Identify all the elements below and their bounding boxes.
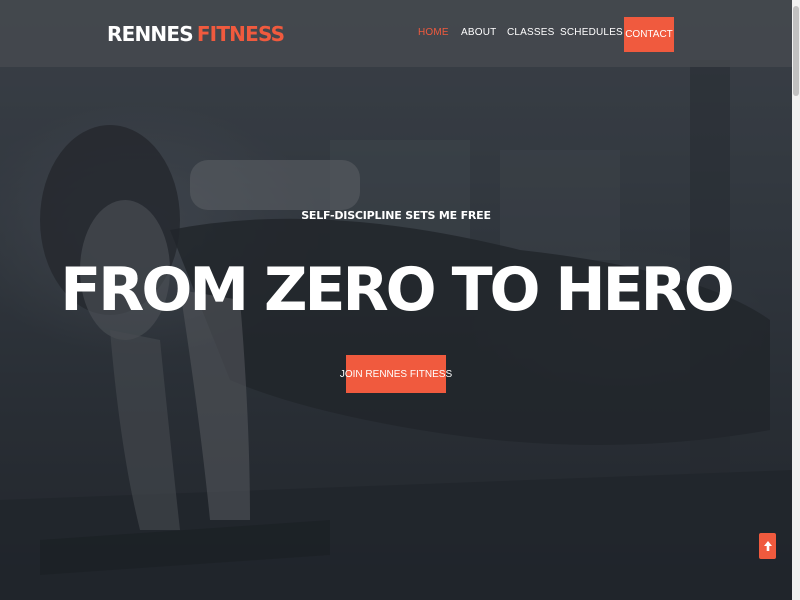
nav-item-home[interactable]: HOME <box>418 27 449 38</box>
nav-item-classes[interactable]: CLASSES <box>507 27 555 38</box>
join-button[interactable]: JOIN RENNES FITNESS <box>340 355 452 393</box>
back-to-top-button[interactable] <box>759 533 776 559</box>
arrow-up-icon <box>763 541 772 551</box>
site-header: RENNES FITNESS HOME ABOUT CLASSES SCHEDUL… <box>0 0 792 67</box>
logo-text-accent: FITNESS <box>196 22 285 46</box>
scrollbar-thumb[interactable] <box>793 6 799 96</box>
hero-eyebrow: SELF-DISCIPLINE SETS ME FREE <box>301 209 491 222</box>
logo-text-primary: RENNES <box>107 22 194 46</box>
contact-button[interactable]: CONTACT <box>624 17 674 52</box>
scrollbar[interactable] <box>792 0 800 600</box>
page: RENNES FITNESS HOME ABOUT CLASSES SCHEDUL… <box>0 0 800 600</box>
brand-logo[interactable]: RENNES FITNESS <box>107 22 285 46</box>
nav-item-about[interactable]: ABOUT <box>461 27 496 38</box>
hero-title: FROM ZERO TO HERO <box>60 255 735 325</box>
nav-item-schedules[interactable]: SCHEDULES <box>560 27 623 38</box>
